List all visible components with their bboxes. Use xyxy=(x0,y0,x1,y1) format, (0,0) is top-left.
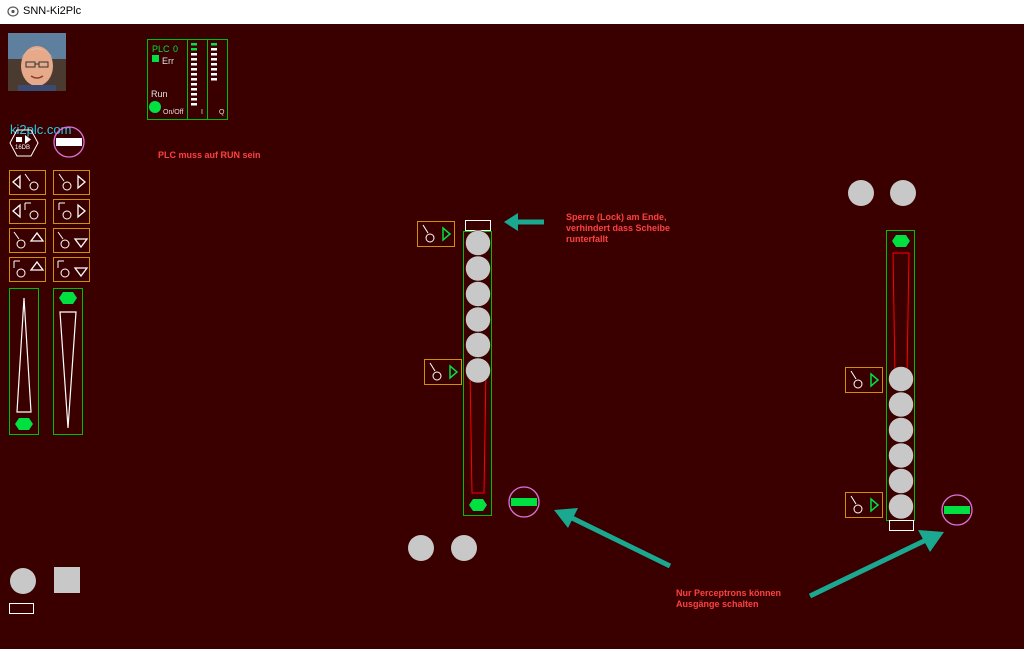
stacked-disc[interactable] xyxy=(465,255,491,282)
plc-run-note: PLC muss auf RUN sein xyxy=(158,150,261,160)
stacked-disc[interactable] xyxy=(465,332,491,358)
right-perceptron[interactable] xyxy=(941,494,973,526)
plc-input-led xyxy=(191,78,197,81)
plc-input-led xyxy=(191,63,197,66)
right-feed-tube[interactable] xyxy=(885,229,917,533)
stacked-disc[interactable] xyxy=(888,417,914,443)
plc-run-label: Run xyxy=(151,89,168,99)
plc-output-led xyxy=(211,68,217,71)
plc-output-led xyxy=(211,63,217,66)
plc-input-label: I xyxy=(201,109,203,116)
stacked-disc[interactable] xyxy=(888,442,914,469)
perceptron-tool-icon[interactable] xyxy=(53,126,85,158)
plc-input-led xyxy=(191,58,197,61)
plc-input-led xyxy=(191,73,197,76)
loose-disc[interactable] xyxy=(848,180,874,206)
plc-input-led xyxy=(191,98,197,101)
loose-disc[interactable] xyxy=(451,535,477,561)
plc-output-label: Q xyxy=(219,109,225,116)
plc-err-label: Err xyxy=(162,56,174,66)
stacked-disc[interactable] xyxy=(465,230,491,256)
plc-label: PLC xyxy=(152,44,170,54)
data-block-label: 16DB xyxy=(15,145,31,151)
sensor-tool-left-2[interactable] xyxy=(9,199,46,224)
plc-input-led xyxy=(191,53,197,56)
lock-note-line3: runterfallt xyxy=(566,234,609,244)
app-icon xyxy=(7,6,19,17)
plc-number: 0 xyxy=(173,44,179,54)
sensor-tool-up-1[interactable] xyxy=(9,228,46,253)
plc-onoff-label: On/Off xyxy=(163,109,184,116)
lock-note-line1: Sperre (Lock) am Ende, xyxy=(566,212,667,222)
data-block-tool-icon[interactable] xyxy=(9,129,39,157)
sensor-toolbox xyxy=(9,170,90,282)
window-title-bar: SNN-Ki2Plc xyxy=(0,0,1024,25)
stacked-disc[interactable] xyxy=(888,468,914,494)
stacked-disc[interactable] xyxy=(465,357,491,384)
plc-output-led xyxy=(211,43,217,46)
sensor-tool-up-2[interactable] xyxy=(9,257,46,282)
plc-input-led xyxy=(191,93,197,96)
disc-tool[interactable] xyxy=(10,568,36,594)
plc-output-led xyxy=(211,78,217,81)
loose-disc[interactable] xyxy=(890,180,916,206)
left-tube-top-sensor[interactable] xyxy=(417,221,457,248)
left-tube-mid-sensor[interactable] xyxy=(424,359,464,386)
plc-input-led xyxy=(191,43,197,46)
sensor-tool-down-2[interactable] xyxy=(53,257,90,282)
left-feed-tube[interactable] xyxy=(462,219,494,517)
plc-output-led xyxy=(211,58,217,61)
plc-output-led xyxy=(211,73,217,76)
plc-run-button[interactable] xyxy=(149,101,161,113)
loose-disc[interactable] xyxy=(408,535,434,561)
perceptron-note-line2: Ausgänge schalten xyxy=(676,599,759,609)
lock-note-line2: verhindert dass Scheibe xyxy=(566,223,671,233)
left-perceptron[interactable] xyxy=(508,486,540,518)
sensor-tool-right-1[interactable] xyxy=(53,170,90,195)
right-tube-bottom-sensor[interactable] xyxy=(845,492,885,519)
block-tool[interactable] xyxy=(54,567,80,593)
lock-tool[interactable] xyxy=(9,603,34,614)
plc-input-led xyxy=(191,68,197,71)
avatar xyxy=(8,33,66,91)
stacked-disc[interactable] xyxy=(888,391,914,418)
plc-input-led xyxy=(191,103,197,106)
tube-tool-down[interactable] xyxy=(53,288,85,436)
tube-tool-up[interactable] xyxy=(9,288,41,436)
plc-output-led xyxy=(211,53,217,56)
window-title: SNN-Ki2Plc xyxy=(23,5,82,17)
stacked-disc[interactable] xyxy=(888,493,914,520)
stacked-disc[interactable] xyxy=(888,366,914,392)
plc-input-led xyxy=(191,48,197,51)
sensor-tool-left-1[interactable] xyxy=(9,170,46,195)
stacked-disc[interactable] xyxy=(465,281,491,307)
perceptron-note-arrow-left xyxy=(554,508,672,569)
perceptron-note-line1: Nur Perceptrons können xyxy=(676,588,782,598)
sensor-tool-right-2[interactable] xyxy=(53,199,90,224)
perceptron-note-arrow-right xyxy=(808,530,944,599)
main-canvas: ki2plc.com PLC 0 Err Run On/Off I Q 16DB xyxy=(0,24,1024,649)
plc-input-led xyxy=(191,83,197,86)
plc-input-led xyxy=(191,88,197,91)
sensor-tool-down-1[interactable] xyxy=(53,228,90,253)
stacked-disc[interactable] xyxy=(465,306,491,333)
lock-note-arrow xyxy=(504,213,544,231)
plc-output-led xyxy=(211,48,217,51)
right-tube-mid-sensor[interactable] xyxy=(845,367,885,394)
